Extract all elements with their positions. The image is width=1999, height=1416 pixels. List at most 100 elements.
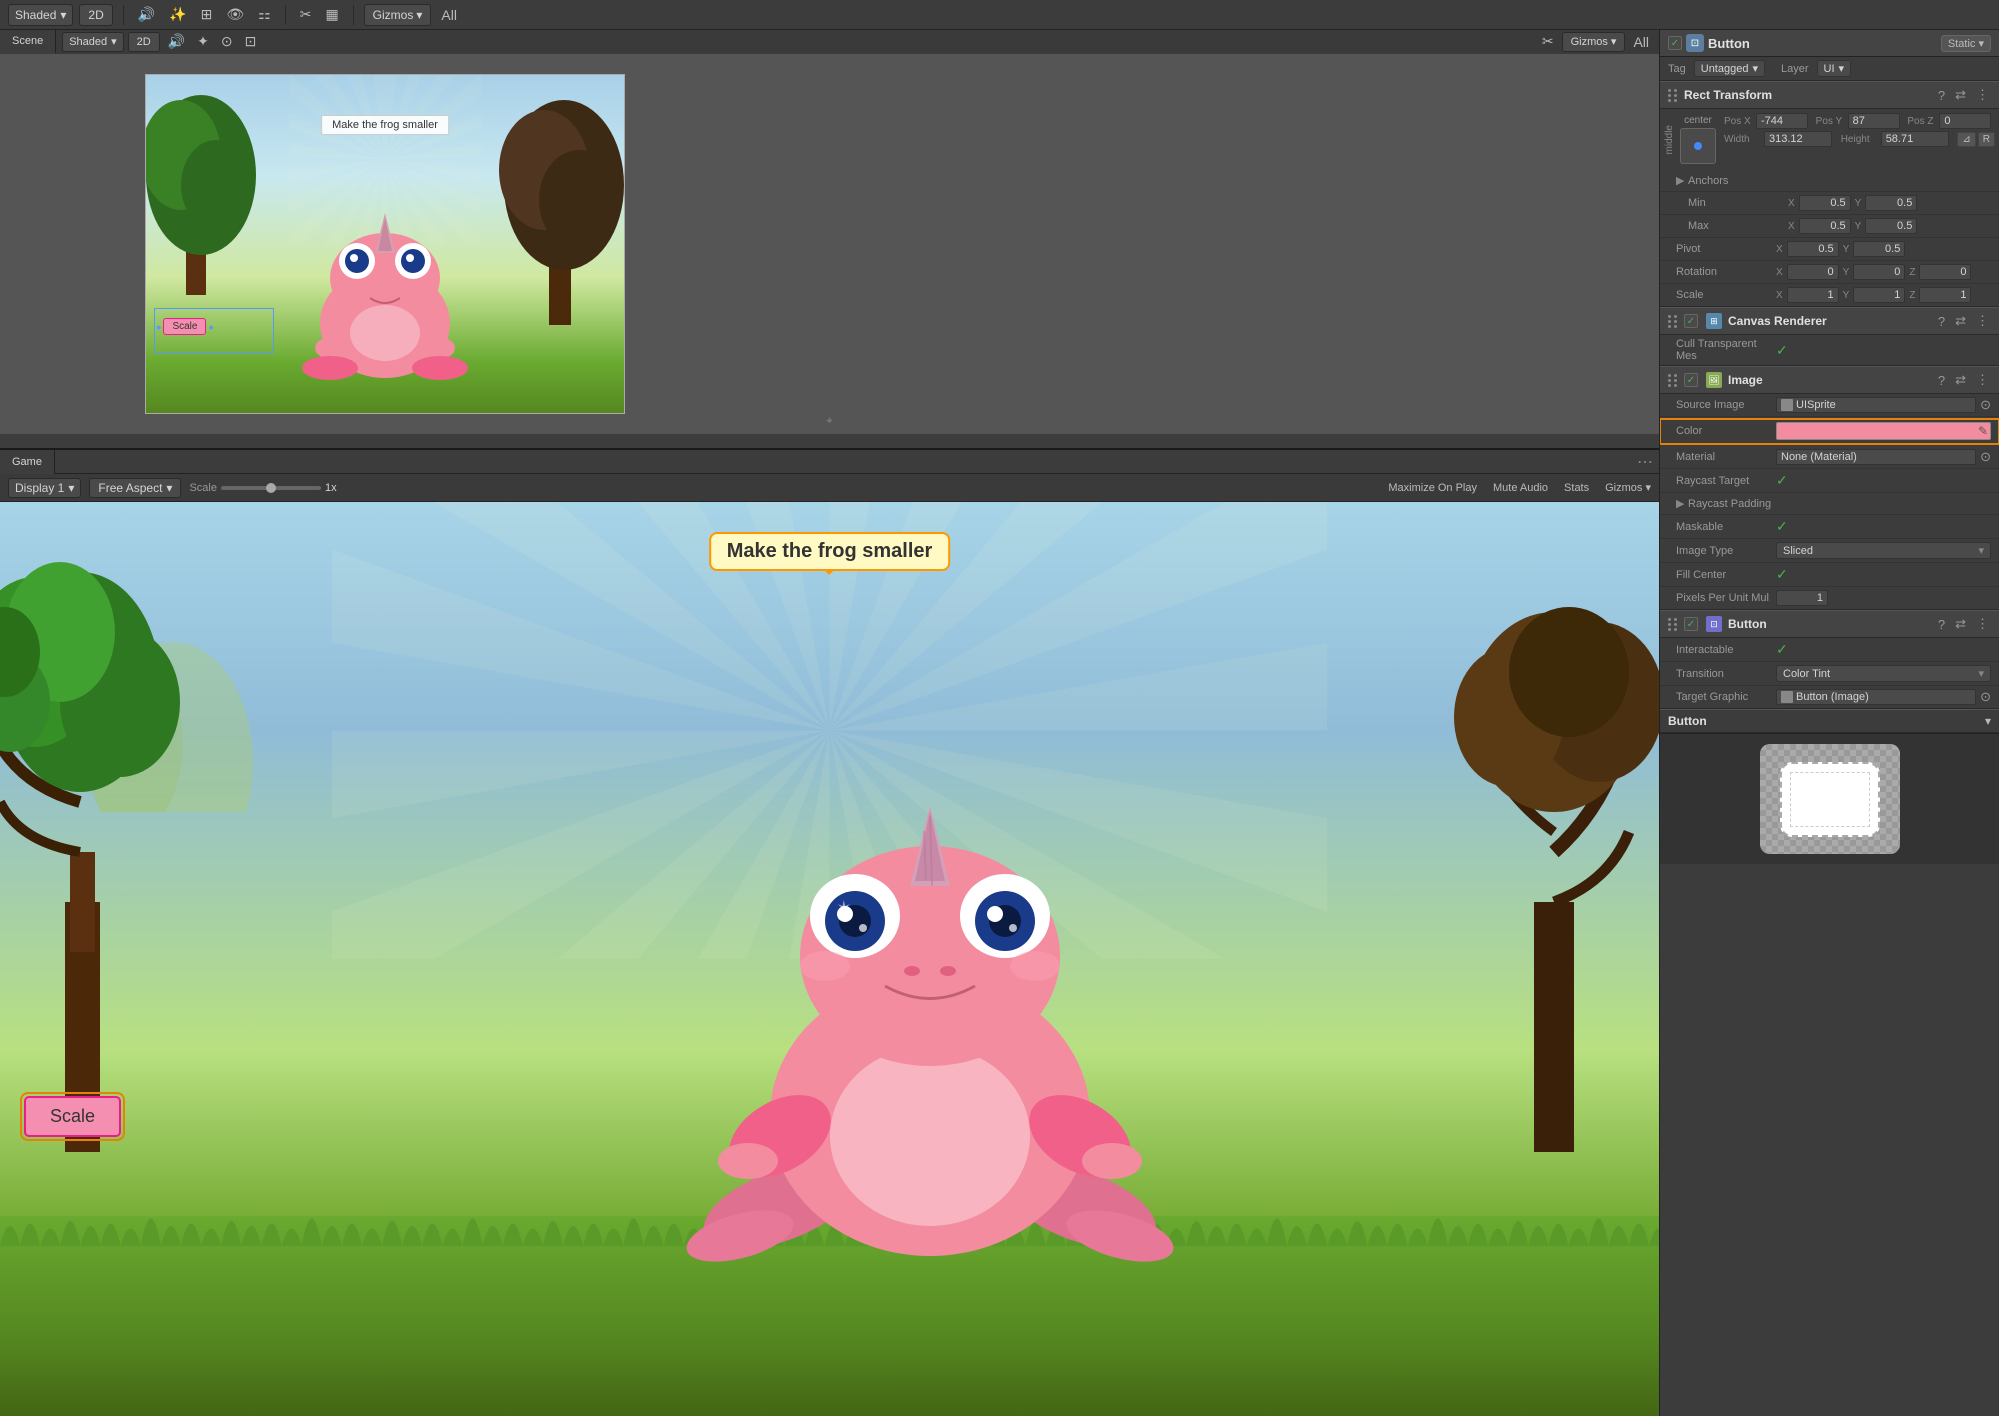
scene-2d-btn[interactable]: 2D [128, 32, 160, 52]
btn-help-btn[interactable]: ? [1936, 617, 1947, 632]
target-graphic-field[interactable]: Button (Image) [1776, 689, 1976, 705]
material-field[interactable]: None (Material) [1776, 449, 1976, 465]
anchors-collapse[interactable]: ▶ [1676, 174, 1688, 187]
gizmos-button[interactable]: Gizmos ▾ [364, 4, 432, 26]
r-btn[interactable]: R [1978, 132, 1995, 147]
btn-menu-btn[interactable]: ⋮ [1974, 616, 1991, 632]
hidden-button[interactable]: 👁 [222, 4, 248, 26]
image-type-dropdown[interactable]: Sliced ▾ [1776, 542, 1991, 559]
stats-btn[interactable]: Stats [1564, 482, 1589, 494]
left-panel: Scene Shaded ▾ 2D 🔊 ✦ ⊙ ⊡ ✂ [0, 30, 1659, 1416]
button-props: Interactable ✓ Transition Color Tint ▾ T… [1660, 638, 1999, 709]
fill-center-checkbox[interactable]: ✓ [1776, 566, 1788, 583]
rot-x[interactable]: 0 [1787, 264, 1839, 280]
scene-gizmos-btn[interactable]: Gizmos ▾ [1562, 32, 1626, 52]
all-button[interactable]: All [437, 4, 461, 26]
display-dropdown[interactable]: Display 1 ▾ [8, 478, 81, 498]
anchor-min-y[interactable]: 0.5 [1865, 195, 1917, 211]
transition-dropdown[interactable]: Color Tint ▾ [1776, 665, 1991, 682]
height-input[interactable]: 58.71 [1881, 131, 1949, 147]
pixels-per-unit-input[interactable]: 1 [1776, 590, 1828, 606]
img-help-btn[interactable]: ? [1936, 373, 1947, 388]
img-reset-btn[interactable]: ⇄ [1953, 372, 1968, 388]
posx-input[interactable]: -744 [1756, 113, 1808, 129]
rot-z[interactable]: 0 [1919, 264, 1971, 280]
posy-input[interactable]: 87 [1848, 113, 1900, 129]
anchor-max-x[interactable]: 0.5 [1799, 218, 1851, 234]
source-image-field[interactable]: UISprite [1776, 397, 1976, 413]
image-enable[interactable] [1684, 373, 1698, 387]
btn-reset-btn[interactable]: ⇄ [1953, 616, 1968, 632]
material-select-btn[interactable]: ⊙ [1980, 449, 1991, 465]
button-enable[interactable] [1684, 617, 1698, 631]
game-content: Make the frog smaller Scale [0, 502, 1659, 1416]
posz-input[interactable]: 0 [1939, 113, 1991, 129]
rect-pivot-widget: center [1680, 115, 1716, 164]
maskable-checkbox[interactable]: ✓ [1776, 518, 1788, 535]
cr-help-btn[interactable]: ? [1936, 314, 1947, 329]
scale-slider[interactable] [221, 486, 321, 490]
maximize-btn[interactable]: Maximize On Play [1388, 482, 1477, 494]
scene-shading-dropdown[interactable]: Shaded ▾ [62, 32, 123, 52]
overlay-button[interactable]: ⊞ [197, 4, 217, 26]
width-input[interactable]: 313.12 [1764, 131, 1832, 147]
color-swatch[interactable]: ✎ [1776, 422, 1991, 440]
button-collapse-arrow[interactable]: ▾ [1985, 714, 1991, 728]
shading-dropdown[interactable]: Shaded ▾ [8, 4, 73, 26]
pivot-box[interactable] [1680, 128, 1716, 164]
tag-dropdown[interactable]: Untagged ▾ [1694, 60, 1765, 77]
anchor-min-x[interactable]: 0.5 [1799, 195, 1851, 211]
scene-all-btn[interactable]: All [1629, 31, 1653, 53]
game-gizmos-btn[interactable]: Gizmos ▾ [1605, 481, 1651, 494]
scene-tab[interactable]: Scene [0, 30, 56, 54]
static-badge[interactable]: Static ▾ [1941, 35, 1991, 52]
settings-button[interactable]: ✂ [296, 4, 316, 26]
scale-button-game[interactable]: Scale [24, 1096, 121, 1137]
canvas-renderer-enable[interactable] [1684, 314, 1698, 328]
pivot-y[interactable]: 0.5 [1853, 241, 1905, 257]
rect-transform-section-header[interactable]: Rect Transform ? ⇄ ⋮ [1660, 81, 1999, 109]
game-tab-bar: Game ⋯ [0, 450, 1659, 474]
img-menu-btn[interactable]: ⋮ [1974, 372, 1991, 388]
cr-menu-btn[interactable]: ⋮ [1974, 313, 1991, 329]
scale-x[interactable]: 1 [1787, 287, 1839, 303]
grid-button[interactable]: ⚏ [254, 4, 275, 26]
pivot-dot [1694, 142, 1702, 150]
aspect-dropdown[interactable]: Free Aspect ▾ [89, 478, 181, 498]
layer-dropdown[interactable]: UI ▾ [1817, 60, 1852, 77]
layers-button[interactable]: ▦ [321, 4, 342, 26]
game-scene-wrapper: Make the frog smaller Scale [0, 502, 1659, 1416]
target-graphic-select-btn[interactable]: ⊙ [1980, 689, 1991, 705]
raycast-target-checkbox[interactable]: ✓ [1776, 472, 1788, 489]
rect-reset-btn[interactable]: ⇄ [1953, 87, 1968, 103]
scale-y[interactable]: 1 [1853, 287, 1905, 303]
interactable-checkbox[interactable]: ✓ [1776, 641, 1788, 658]
canvas-renderer-section-header[interactable]: ⊞ Canvas Renderer ? ⇄ ⋮ [1660, 307, 1999, 335]
scale-z[interactable]: 1 [1919, 287, 1971, 303]
audio-button[interactable]: 🔊 [134, 4, 159, 26]
button-section-header[interactable]: ⊡ Button ? ⇄ ⋮ [1660, 610, 1999, 638]
scene-grid-btn[interactable]: ⊡ [241, 31, 261, 53]
constrain-btn[interactable]: ⊿ [1957, 132, 1975, 147]
source-image-select-btn[interactable]: ⊙ [1980, 397, 1991, 413]
cull-checkbox[interactable]: ✓ [1776, 342, 1788, 359]
image-section-header[interactable]: 🖼 Image ? ⇄ ⋮ [1660, 366, 1999, 394]
mute-btn[interactable]: Mute Audio [1493, 482, 1548, 494]
pivot-x[interactable]: 0.5 [1787, 241, 1839, 257]
game-tab[interactable]: Game [0, 450, 55, 474]
raycast-padding-collapse[interactable]: ▶ [1676, 497, 1688, 510]
cr-reset-btn[interactable]: ⇄ [1953, 313, 1968, 329]
scene-fx-btn[interactable]: ✦ [193, 31, 213, 53]
rot-y[interactable]: 0 [1853, 264, 1905, 280]
scene-camera-btn[interactable]: ⊙ [217, 31, 237, 53]
effects-button[interactable]: ✨ [165, 4, 190, 26]
scene-audio-btn[interactable]: 🔊 [164, 31, 189, 53]
2d-button[interactable]: 2D [79, 4, 112, 26]
game-menu-btn[interactable]: ⋯ [1631, 452, 1659, 472]
component-enable-checkbox[interactable] [1668, 36, 1682, 50]
rect-transform-props: middle center Pos X - [1660, 109, 1999, 307]
rect-help-btn[interactable]: ? [1936, 88, 1947, 103]
anchor-max-y[interactable]: 0.5 [1865, 218, 1917, 234]
rect-menu-btn[interactable]: ⋮ [1974, 87, 1991, 103]
scene-settings-btn[interactable]: ✂ [1538, 31, 1558, 53]
